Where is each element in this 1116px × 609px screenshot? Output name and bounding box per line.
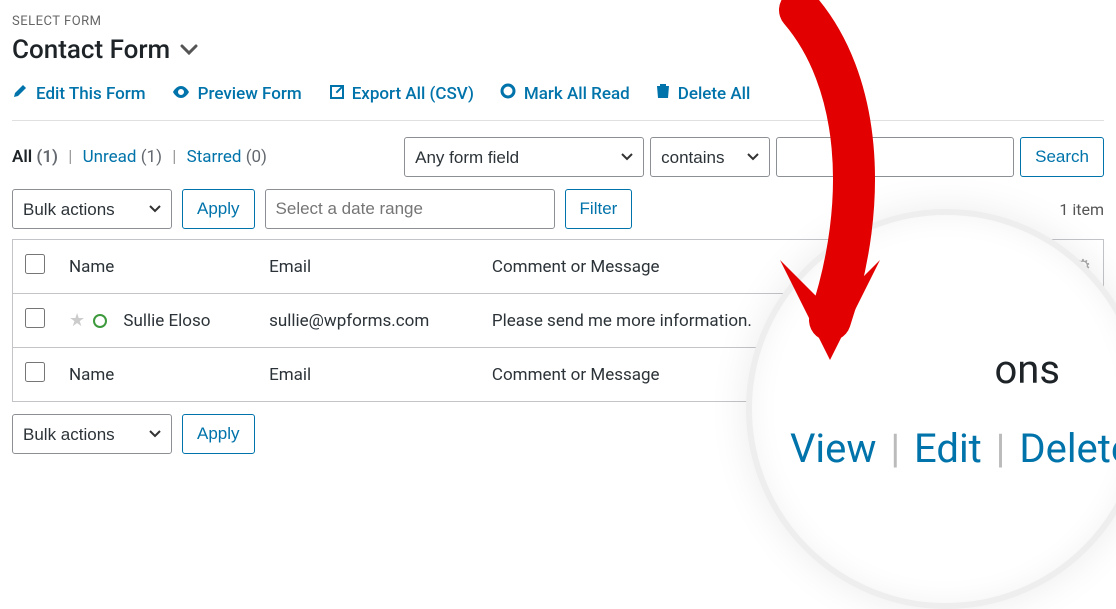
row-action-view[interactable]: View: [790, 425, 876, 472]
export-label: Export All (CSV): [352, 84, 474, 104]
preview-form-label: Preview Form: [198, 84, 302, 104]
view-all[interactable]: All (1): [12, 147, 58, 167]
row-checkbox[interactable]: [25, 308, 45, 328]
view-starred[interactable]: Starred (0): [187, 147, 267, 167]
magnifier-title-fragment: ons: [994, 346, 1116, 393]
form-title: Contact Form: [12, 35, 170, 65]
row-action-edit[interactable]: Edit: [914, 425, 982, 472]
field-select[interactable]: Any form field: [404, 137, 644, 177]
view-unread[interactable]: Unread (1): [83, 147, 162, 167]
select-all-checkbox[interactable]: [25, 254, 45, 274]
row-action-delete[interactable]: Delete: [1019, 425, 1116, 472]
edit-form-label: Edit This Form: [36, 84, 146, 104]
row-email: sullie@wpforms.com: [257, 294, 480, 348]
filters-row: All (1) | Unread (1) | Starred (0) Any f…: [12, 137, 1104, 177]
search-group: Any form field contains Search: [404, 137, 1104, 177]
select-form-label: SELECT FORM: [12, 14, 1104, 29]
form-selector[interactable]: Contact Form: [12, 35, 1104, 65]
search-button[interactable]: Search: [1020, 137, 1104, 177]
edit-form-link[interactable]: Edit This Form: [12, 83, 146, 104]
chevron-down-icon[interactable]: [180, 41, 198, 60]
search-input[interactable]: [776, 137, 1014, 177]
items-count-top: 1 item: [1059, 200, 1104, 219]
unread-indicator-icon[interactable]: [93, 314, 107, 328]
row-name: Sullie Eloso: [123, 311, 210, 331]
col-message[interactable]: Comment or Message: [480, 240, 824, 294]
delete-all-link[interactable]: Delete All: [656, 83, 751, 104]
export-link[interactable]: Export All (CSV): [328, 83, 474, 104]
views: All (1) | Unread (1) | Starred (0): [12, 147, 267, 167]
mark-read-link[interactable]: Mark All Read: [500, 83, 630, 104]
select-all-checkbox-footer[interactable]: [25, 362, 45, 382]
mark-read-label: Mark All Read: [524, 84, 630, 104]
apply-button[interactable]: Apply: [182, 189, 255, 229]
eye-icon: [172, 84, 190, 104]
pencil-icon: [12, 83, 28, 104]
date-range-input[interactable]: [265, 189, 555, 229]
circle-icon: [500, 83, 516, 104]
delete-all-label: Delete All: [678, 84, 751, 104]
col-name[interactable]: Name: [57, 240, 257, 294]
preview-form-link[interactable]: Preview Form: [172, 83, 302, 104]
bulk-actions-select-bottom[interactable]: Bulk actions: [12, 414, 172, 454]
form-toolbar: Edit This Form Preview Form Export All (…: [12, 83, 1104, 121]
col-email[interactable]: Email: [257, 240, 480, 294]
magnifier-overlay: ons View | Edit | Delete: [746, 209, 1116, 609]
star-icon[interactable]: ★: [69, 310, 85, 331]
col-email-footer[interactable]: Email: [257, 348, 480, 402]
filter-button[interactable]: Filter: [565, 189, 633, 229]
bulk-actions-select[interactable]: Bulk actions: [12, 189, 172, 229]
col-name-footer[interactable]: Name: [57, 348, 257, 402]
trash-icon: [656, 83, 670, 104]
export-icon: [328, 83, 344, 104]
condition-select[interactable]: contains: [650, 137, 770, 177]
apply-button-bottom[interactable]: Apply: [182, 414, 255, 454]
magnifier-actions: View | Edit | Delete: [760, 425, 1116, 472]
